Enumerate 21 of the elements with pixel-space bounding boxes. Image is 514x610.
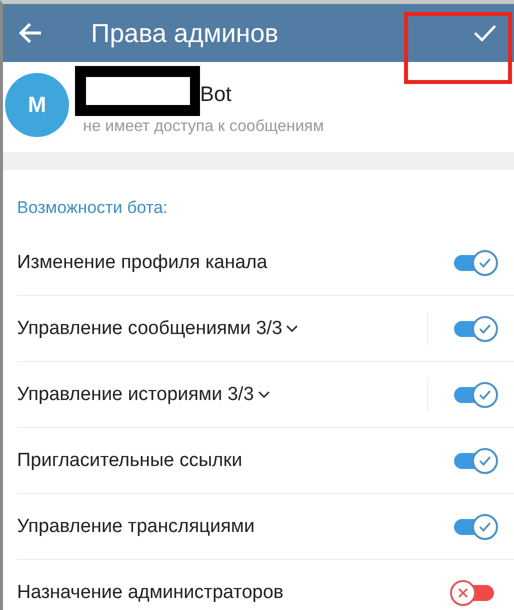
- permission-label: Пригласительные ссылки: [17, 450, 242, 472]
- screen-title: Права админов: [91, 18, 280, 48]
- check-icon: [479, 456, 491, 466]
- check-icon: [479, 258, 491, 268]
- section-title: Возможности бота:: [16, 197, 169, 219]
- back-arrow-icon: [19, 22, 43, 44]
- permission-label: Управление трансляциями: [17, 516, 255, 538]
- check-icon: [479, 390, 491, 400]
- chevron-down-icon[interactable]: [258, 390, 270, 398]
- check-icon: [479, 324, 491, 334]
- check-icon: [474, 24, 496, 42]
- permission-label: Управление историями 3/3: [17, 384, 254, 406]
- check-icon: [479, 522, 491, 532]
- permission-label: Изменение профиля канала: [17, 252, 268, 274]
- permission-label: Назначение администраторов: [17, 582, 284, 604]
- bot-name: Bot: [200, 83, 232, 107]
- permission-label: Управление сообщениями 3/3: [17, 318, 282, 340]
- cross-icon: [458, 588, 468, 598]
- chevron-down-icon[interactable]: [286, 324, 298, 332]
- avatar: M: [5, 73, 69, 137]
- bot-status: не имеет доступа к сообщениям: [83, 118, 324, 136]
